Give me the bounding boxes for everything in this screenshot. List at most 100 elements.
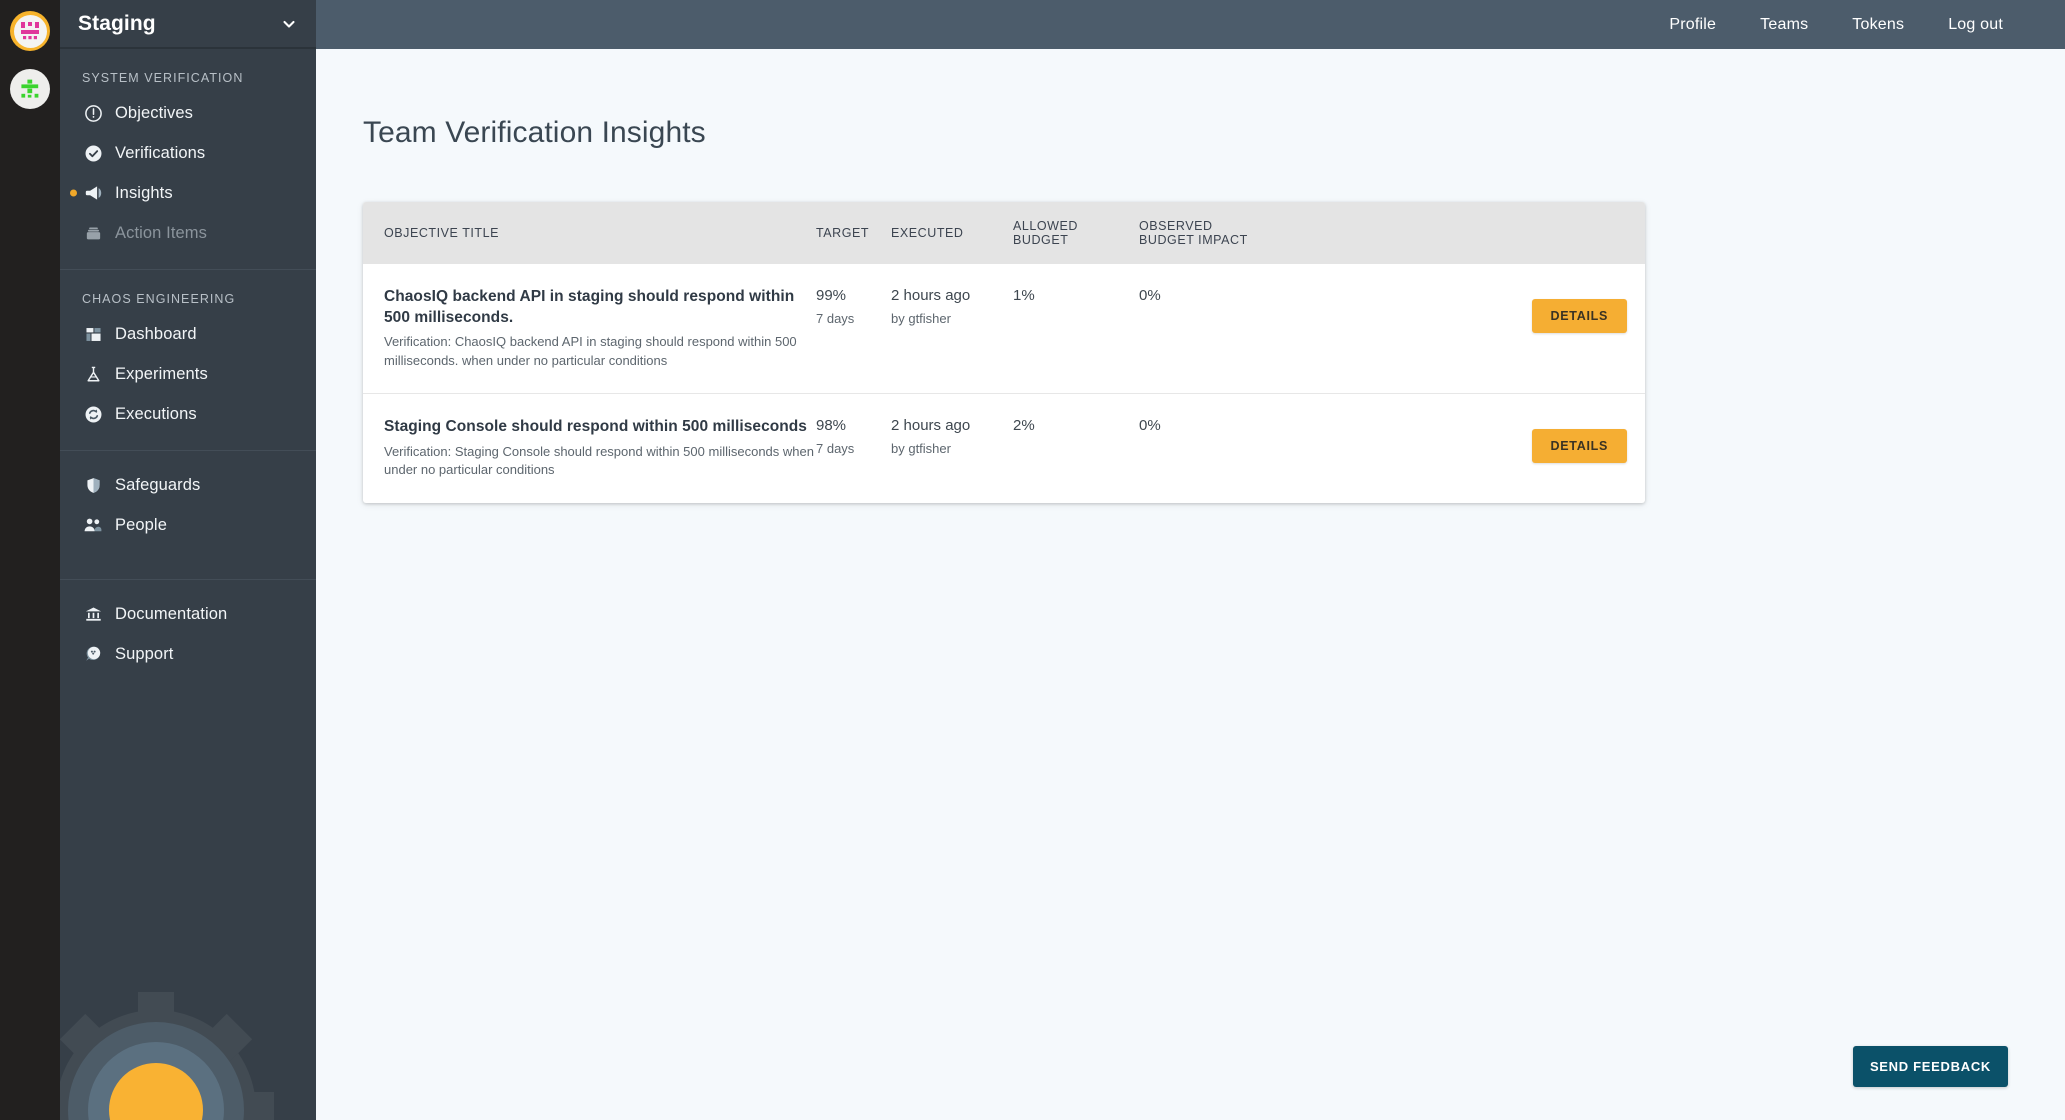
sidebar-item-insights[interactable]: Insights: [60, 173, 316, 213]
nav-section-admin: Safeguards People: [60, 451, 316, 563]
topbar-link-teams[interactable]: Teams: [1738, 0, 1830, 49]
workspace-title: Staging: [78, 11, 156, 35]
sidebar-item-support[interactable]: Support: [60, 634, 316, 674]
workspace-switcher[interactable]: Staging: [60, 0, 316, 49]
section-label-system-verification: SYSTEM VERIFICATION: [82, 71, 244, 85]
sidebar-item-dashboard[interactable]: Dashboard: [60, 314, 316, 354]
people-icon: [82, 514, 104, 536]
topbar-link-profile[interactable]: Profile: [1647, 0, 1738, 49]
cell-allowed-budget: 2%: [1013, 417, 1139, 436]
table-row[interactable]: ChaosIQ backend API in staging should re…: [363, 264, 1645, 395]
nav-section-help: Documentation Support: [60, 580, 316, 674]
sidebar-item-label: Action Items: [115, 223, 207, 242]
gear-graphic-icon: [60, 992, 274, 1120]
bank-icon: [82, 603, 104, 625]
sidebar-item-people[interactable]: People: [60, 505, 316, 545]
column-header-line2: BUDGET IMPACT: [1139, 233, 1248, 247]
cell-actions: DETAILS: [1379, 287, 1645, 345]
shield-icon: [82, 474, 104, 496]
sidebar-item-label: Safeguards: [115, 475, 201, 494]
inbox-icon: [82, 222, 104, 244]
target-value: 99%: [816, 287, 847, 304]
cell-observed-budget-impact: 0%: [1139, 287, 1379, 306]
cell-target: 99% 7 days: [816, 287, 891, 326]
column-header-line1: OBSERVED: [1139, 218, 1213, 233]
megaphone-icon: [82, 182, 104, 204]
org-avatar-staging[interactable]: [10, 11, 50, 51]
target-value: 98%: [816, 417, 847, 435]
sidebar-item-label: People: [115, 515, 167, 534]
target-window: 7 days: [816, 310, 855, 326]
nav-section-system-verification: SYSTEM VERIFICATION Objectives Verificat…: [60, 49, 316, 253]
refresh-icon: [82, 403, 104, 425]
sidebar-item-label: Objectives: [115, 103, 194, 122]
sidebar-item-verifications[interactable]: Verifications: [60, 133, 316, 173]
insights-table-card: OBJECTIVE TITLE TARGET EXECUTED ALLOWED …: [363, 202, 1645, 503]
objective-description: Verification: ChaosIQ backend API in sta…: [384, 334, 797, 368]
main-content: Team Verification Insights OBJECTIVE TIT…: [316, 49, 2065, 1120]
sidebar: Staging SYSTEM VERIFICATION Objectives V…: [60, 0, 316, 1120]
sidebar-item-label: Documentation: [115, 604, 228, 623]
cell-allowed-budget: 1%: [1013, 287, 1139, 306]
pixel-identicon-green-icon: [21, 79, 39, 98]
cell-objective: Staging Console should respond within 50…: [384, 417, 816, 480]
cell-observed-budget-impact: 0%: [1139, 417, 1379, 436]
chat-bubble-icon: [82, 643, 104, 665]
details-button[interactable]: DETAILS: [1531, 429, 1627, 464]
table-header-row: OBJECTIVE TITLE TARGET EXECUTED ALLOWED …: [363, 202, 1645, 264]
cell-objective: ChaosIQ backend API in staging should re…: [384, 287, 816, 370]
cell-executed: 2 hours ago by gtfisher: [891, 417, 1013, 456]
sidebar-item-action-items[interactable]: Action Items: [60, 213, 316, 253]
sidebar-item-objectives[interactable]: Objectives: [60, 93, 316, 133]
sidebar-item-safeguards[interactable]: Safeguards: [60, 465, 316, 505]
observed-impact-value: 0%: [1139, 417, 1161, 435]
topbar-link-logout[interactable]: Log out: [1926, 0, 2025, 49]
details-button[interactable]: DETAILS: [1531, 299, 1627, 333]
gear-decoration: [60, 960, 316, 1120]
objectives-icon: [82, 102, 104, 124]
observed-impact-value: 0%: [1139, 287, 1161, 304]
pixel-identicon-pink-icon: [21, 22, 39, 40]
flask-icon: [82, 363, 104, 385]
objective-title: ChaosIQ backend API in staging should re…: [384, 288, 795, 326]
executed-by: by gtfisher: [891, 440, 951, 456]
column-header-objective-title: OBJECTIVE TITLE: [384, 225, 499, 240]
executed-time: 2 hours ago: [891, 417, 971, 435]
sidebar-item-label: Dashboard: [115, 324, 197, 343]
column-header-observed-budget-impact: OBSERVED BUDGET IMPACT: [1139, 219, 1379, 248]
sidebar-item-label: Experiments: [115, 364, 208, 383]
allowed-budget-value: 1%: [1013, 287, 1035, 304]
column-header-line2: BUDGET: [1013, 233, 1069, 247]
org-avatar-secondary[interactable]: [10, 69, 50, 109]
sidebar-item-experiments[interactable]: Experiments: [60, 354, 316, 394]
column-header-allowed-budget: ALLOWED BUDGET: [1013, 219, 1139, 248]
check-circle-icon: [82, 142, 104, 164]
sidebar-item-label: Executions: [115, 404, 197, 423]
sidebar-item-executions[interactable]: Executions: [60, 394, 316, 434]
objective-title: Staging Console should respond within 50…: [384, 418, 807, 436]
allowed-budget-value: 2%: [1013, 417, 1035, 435]
target-window: 7 days: [816, 440, 855, 456]
page-title: Team Verification Insights: [363, 116, 706, 149]
column-header-line1: ALLOWED: [1013, 218, 1078, 233]
column-header-target: TARGET: [816, 225, 870, 240]
sidebar-item-documentation[interactable]: Documentation: [60, 594, 316, 634]
topbar-link-tokens[interactable]: Tokens: [1830, 0, 1926, 49]
avatar-inner: [10, 69, 50, 109]
sidebar-item-label: Verifications: [115, 143, 206, 162]
cell-actions: DETAILS: [1379, 417, 1645, 475]
details-button-wrap: DETAILS: [1531, 417, 1627, 475]
executed-by: by gtfisher: [891, 310, 951, 326]
send-feedback-button[interactable]: SEND FEEDBACK: [1852, 1046, 2008, 1087]
chevron-down-icon[interactable]: [280, 15, 298, 33]
avatar-inner: [13, 14, 47, 48]
top-navigation-bar: Profile Teams Tokens Log out: [316, 0, 2065, 49]
nav-section-chaos-engineering: CHAOS ENGINEERING Dashboard Experiments …: [60, 270, 316, 434]
table-row[interactable]: Staging Console should respond within 50…: [363, 394, 1645, 503]
org-rail: [0, 0, 60, 1120]
executed-time: 2 hours ago: [891, 287, 971, 304]
section-label-chaos-engineering: CHAOS ENGINEERING: [82, 292, 236, 306]
active-indicator-dot: [70, 189, 77, 197]
sidebar-item-label: Support: [115, 644, 174, 663]
details-button-wrap: DETAILS: [1531, 287, 1627, 345]
